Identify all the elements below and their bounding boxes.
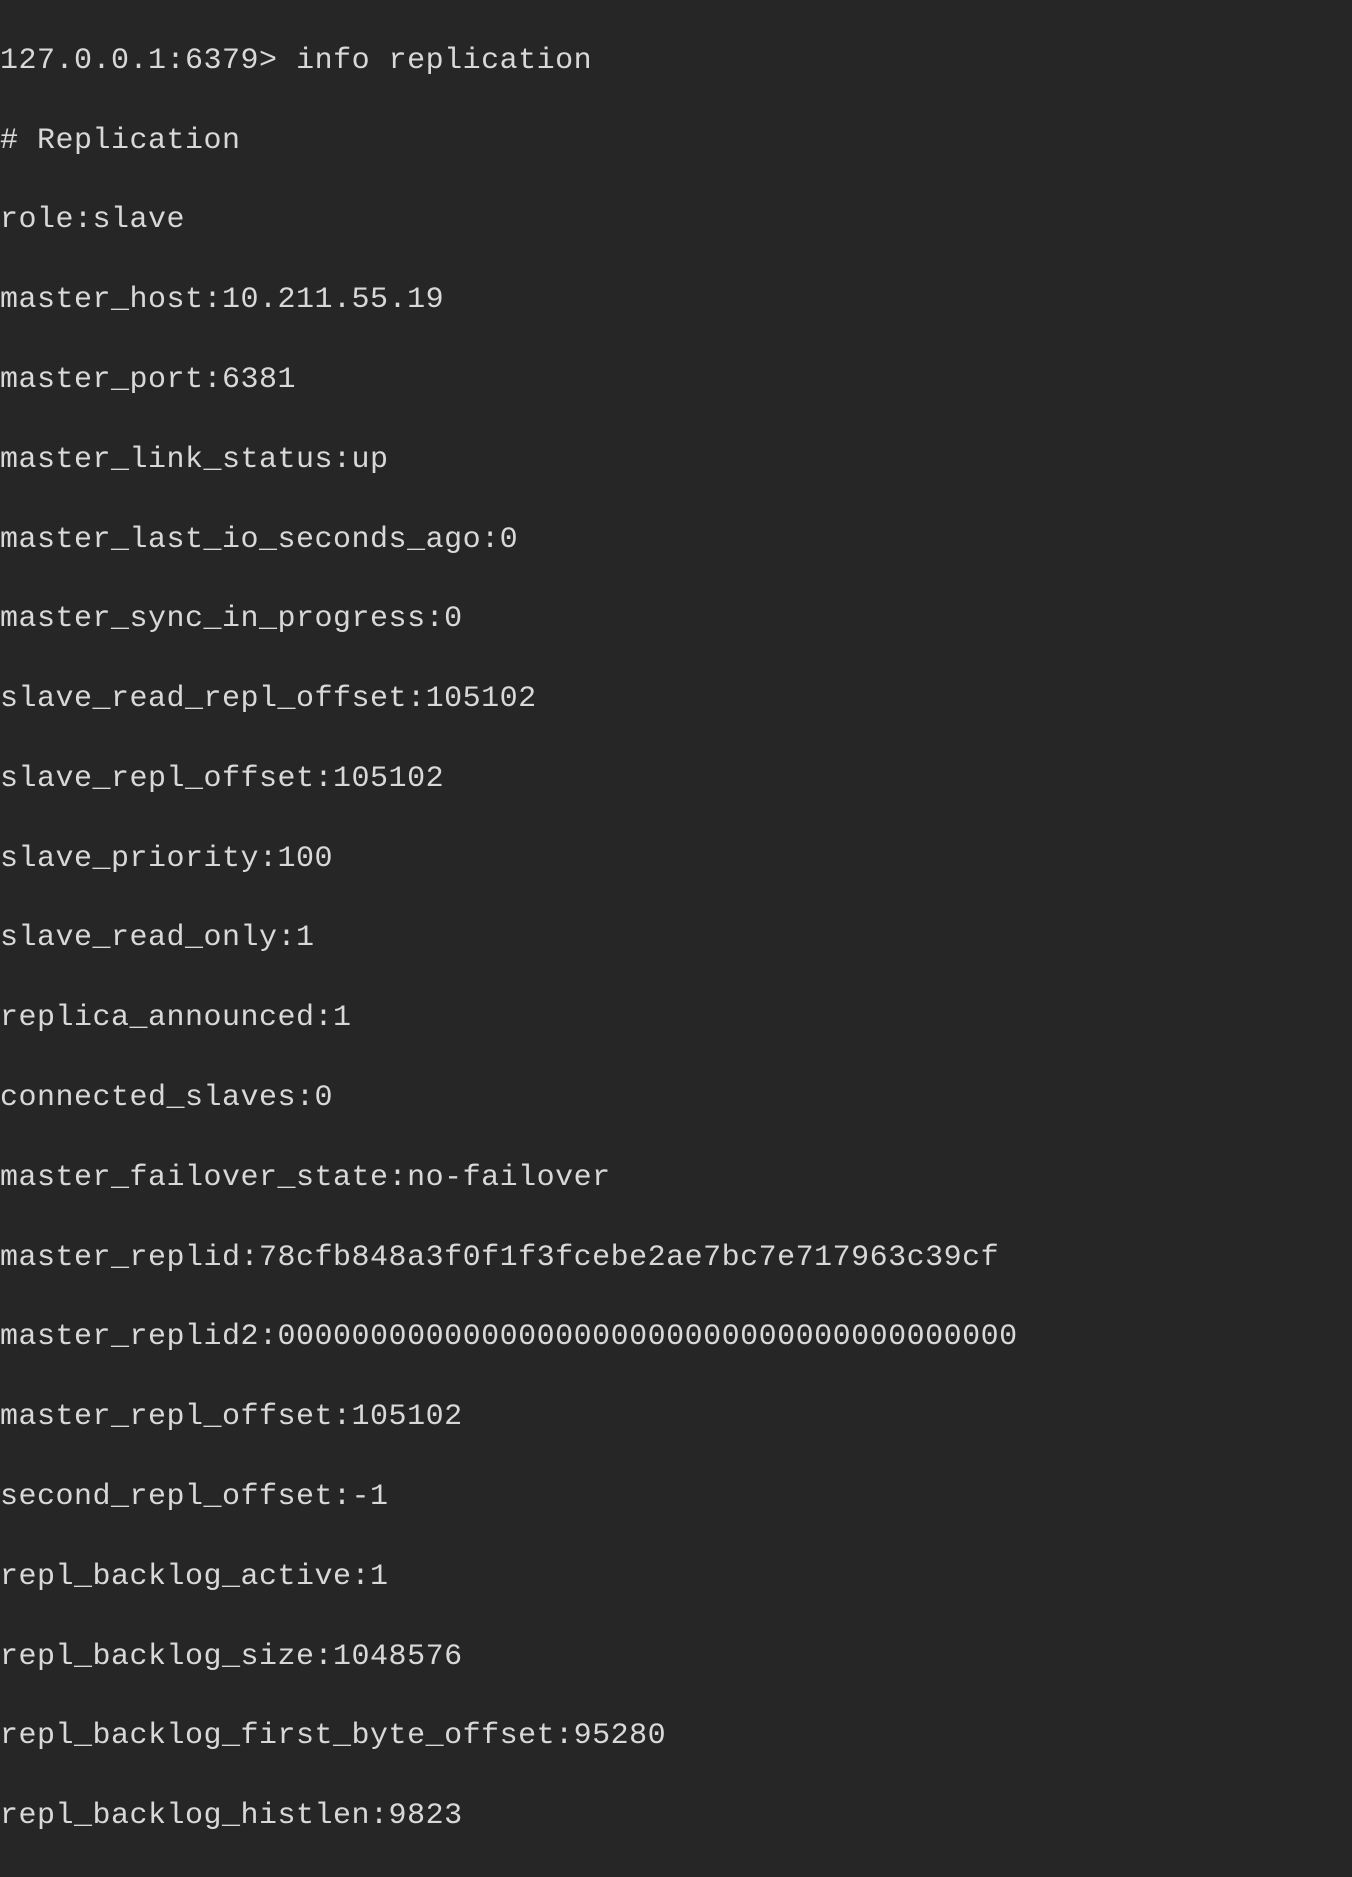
output-line: master_replid2:0000000000000000000000000…	[0, 1318, 1352, 1358]
output-line: repl_backlog_size:1048576	[0, 1638, 1352, 1678]
output-line: slave_priority:100	[0, 840, 1352, 880]
output-line: master_failover_state:no-failover	[0, 1159, 1352, 1199]
output-line: slave_read_repl_offset:105102	[0, 680, 1352, 720]
output-line: repl_backlog_histlen:9823	[0, 1797, 1352, 1837]
output-line: connected_slaves:0	[0, 1079, 1352, 1119]
output-line: repl_backlog_first_byte_offset:95280	[0, 1717, 1352, 1757]
output-line: master_link_status:up	[0, 441, 1352, 481]
command-line: 127.0.0.1:6379> info replication	[0, 42, 1352, 82]
output-line: master_repl_offset:105102	[0, 1398, 1352, 1438]
output-line: master_last_io_seconds_ago:0	[0, 521, 1352, 561]
output-line: master_replid:78cfb848a3f0f1f3fcebe2ae7b…	[0, 1239, 1352, 1279]
section-header: # Replication	[0, 122, 1352, 162]
output-line: slave_repl_offset:105102	[0, 760, 1352, 800]
output-line: master_port:6381	[0, 361, 1352, 401]
prompt: 127.0.0.1:6379>	[0, 44, 278, 78]
output-line: master_host:10.211.55.19	[0, 281, 1352, 321]
output-line: replica_announced:1	[0, 999, 1352, 1039]
output-line: second_repl_offset:-1	[0, 1478, 1352, 1518]
terminal-output[interactable]: 127.0.0.1:6379> info replication # Repli…	[0, 0, 1352, 1877]
output-line: repl_backlog_active:1	[0, 1558, 1352, 1598]
output-line: role:slave	[0, 201, 1352, 241]
output-line: master_sync_in_progress:0	[0, 600, 1352, 640]
output-line: slave_read_only:1	[0, 919, 1352, 959]
command: info replication	[296, 44, 592, 78]
